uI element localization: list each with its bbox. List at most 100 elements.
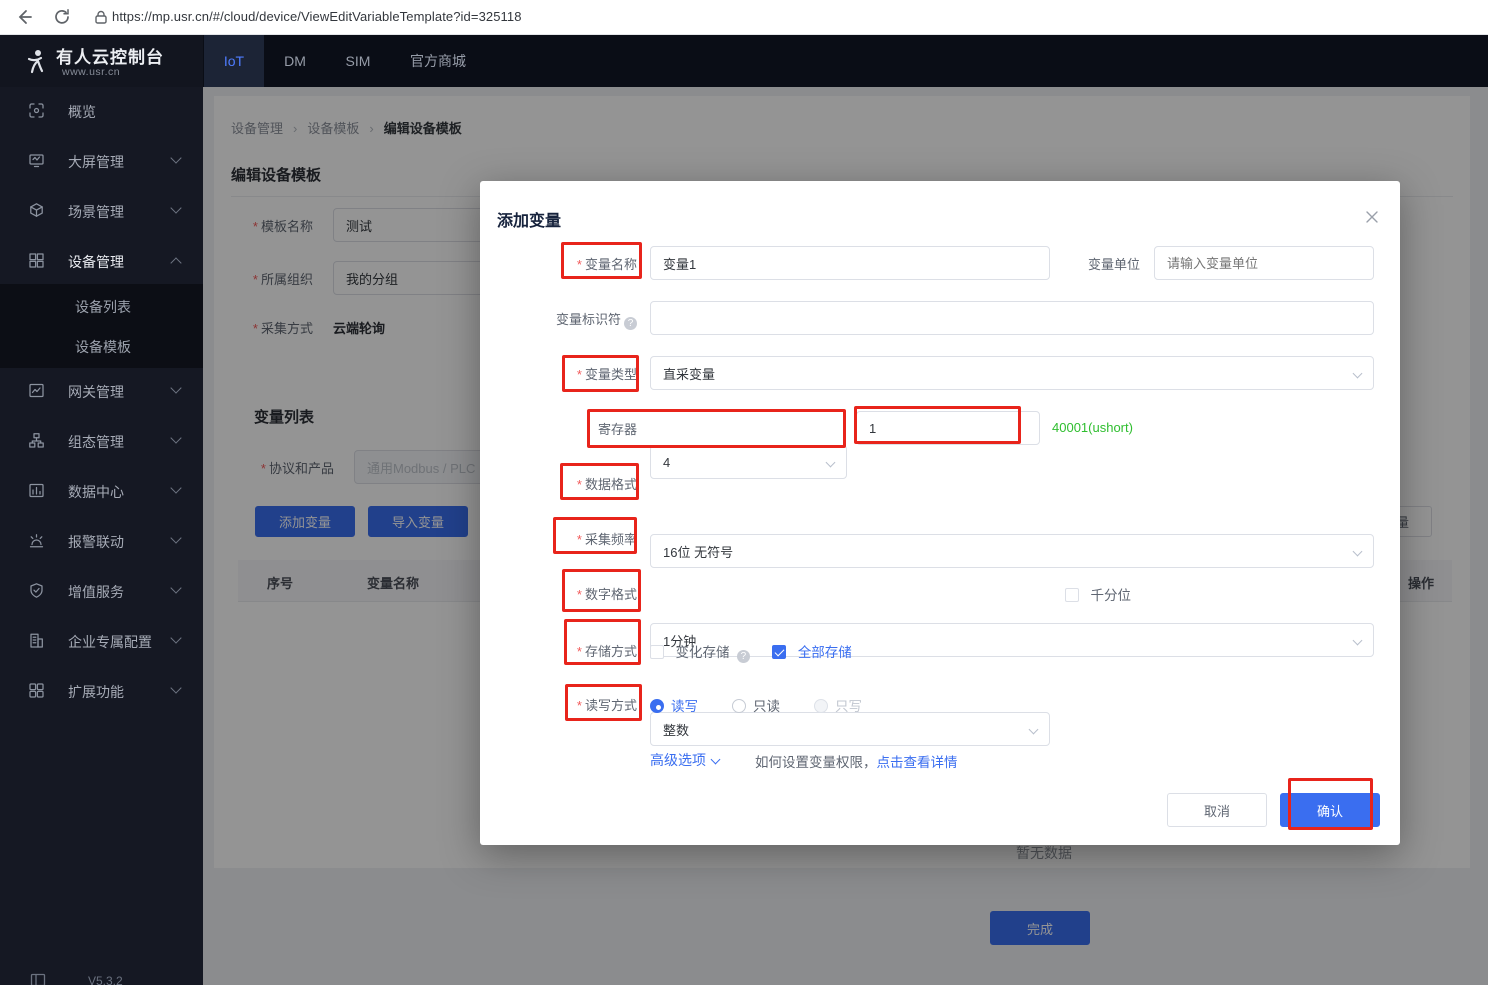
data-format-label: *数据格式 — [480, 474, 637, 493]
thousands-checkbox[interactable] — [1065, 588, 1079, 602]
bigscreen-icon — [28, 152, 45, 169]
logo[interactable]: 有人云控制台 www.usr.cn — [0, 35, 203, 87]
chevron-down-icon — [711, 755, 721, 765]
variable-type-label: *变量类型 — [480, 364, 637, 383]
chevron-down-icon — [1353, 636, 1363, 646]
variable-name-label: *变量名称 — [480, 254, 637, 273]
lock-icon[interactable] — [92, 8, 112, 28]
chevron-down-icon — [170, 682, 181, 693]
radio-icon[interactable] — [650, 699, 664, 713]
number-format-select[interactable]: 整数 — [650, 712, 1050, 746]
sidebar-subitem-label: 设备列表 — [75, 297, 131, 317]
radio-icon[interactable] — [814, 699, 828, 713]
back-arrow-icon[interactable] — [14, 7, 34, 27]
enterprise-icon — [28, 632, 45, 649]
sidebar-subitem-label: 设备模板 — [75, 337, 131, 357]
variable-unit-label: 变量单位 — [983, 254, 1140, 273]
sidebar-subitem-device-list[interactable]: 设备列表 — [0, 286, 203, 326]
modal-title: 添加变量 — [497, 207, 561, 231]
chevron-down-icon — [170, 432, 181, 443]
register-label: 寄存器 — [480, 419, 637, 438]
cancel-button[interactable]: 取消 — [1167, 793, 1267, 827]
sidebar-item-extended-functions[interactable]: 扩展功能 — [0, 671, 203, 711]
sidebar-item-gateway-mgmt[interactable]: 网关管理 — [0, 371, 203, 411]
storage-mode-label: *存储方式 — [480, 641, 637, 660]
data-format-select[interactable]: 16位 无符号 — [650, 534, 1374, 568]
rw-option-2[interactable]: 只写 — [814, 698, 862, 715]
variable-type-select[interactable]: 直采变量 — [650, 356, 1374, 390]
url-bar[interactable]: https://mp.usr.cn/#/cloud/device/ViewEdi… — [112, 9, 522, 24]
device-mgmt-submenu: 设备列表设备模板 — [0, 284, 203, 368]
usr-person-logo-icon — [22, 47, 50, 75]
vas-icon — [28, 582, 45, 599]
chevron-down-icon — [1353, 369, 1363, 379]
permission-hint: 如何设置变量权限，点击查看详情 — [755, 751, 958, 771]
sidebar-item-scene-mgmt[interactable]: 场景管理 — [0, 191, 203, 231]
register-hint: 40001(ushort) — [1052, 420, 1133, 435]
radio-icon[interactable] — [732, 699, 746, 713]
sidebar-item-bigscreen-mgmt[interactable]: 大屏管理 — [0, 141, 203, 181]
advanced-options-link[interactable]: 高级选项 — [650, 750, 719, 770]
sidebar-subitem-device-template[interactable]: 设备模板 — [0, 326, 203, 366]
sidebar-item-label: 网关管理 — [68, 382, 124, 402]
storage-options: 变化存储 ? 全部存储 — [650, 641, 852, 663]
nav-tab-iot[interactable]: IoT — [204, 35, 264, 87]
extension-icon — [28, 682, 45, 699]
sidebar-item-device-mgmt[interactable]: 设备管理 — [0, 241, 203, 281]
sidebar-item-data-center[interactable]: 数据中心 — [0, 471, 203, 511]
sidebar-item-label: 报警联动 — [68, 532, 124, 552]
chevron-down-icon — [170, 482, 181, 493]
thousands-label: 千分位 — [1090, 588, 1131, 603]
sidebar-item-scada-mgmt[interactable]: 组态管理 — [0, 421, 203, 461]
top-nav: 有人云控制台 www.usr.cn IoTDMSIM官方商城 — [0, 35, 1488, 87]
register-address-input[interactable] — [856, 411, 1040, 445]
change-storage-label: 变化存储 — [675, 645, 729, 660]
sidebar-item-enterprise-config[interactable]: 企业专属配置 — [0, 621, 203, 661]
nav-tab-official-mall[interactable]: 官方商城 — [395, 35, 481, 87]
chevron-up-icon — [170, 257, 181, 268]
sidebar-item-alarm-linkage[interactable]: 报警联动 — [0, 521, 203, 561]
rw-option-label: 读写 — [671, 699, 698, 714]
sidebar-item-label: 增值服务 — [68, 582, 124, 602]
sidebar-item-label: 概览 — [68, 102, 96, 122]
datacenter-icon — [28, 482, 45, 499]
nav-tab-sim[interactable]: SIM — [330, 35, 386, 87]
close-icon[interactable] — [1364, 209, 1380, 225]
overview-icon — [28, 102, 45, 119]
sidebar-item-label: 扩展功能 — [68, 682, 124, 702]
chevron-down-icon — [1029, 725, 1039, 735]
change-storage-checkbox[interactable] — [650, 645, 664, 659]
variable-identifier-input[interactable] — [650, 301, 1374, 335]
browser-bar: https://mp.usr.cn/#/cloud/device/ViewEdi… — [0, 0, 1488, 35]
rw-radio-group: 读写 只读 只写 — [650, 695, 896, 716]
sidebar-item-value-added-services[interactable]: 增值服务 — [0, 571, 203, 611]
number-format-label: *数字格式 — [480, 584, 637, 603]
sidebar: 概览大屏管理场景管理设备管理设备列表设备模板网关管理组态管理数据中心报警联动增值… — [0, 87, 203, 985]
alarm-icon — [28, 532, 45, 549]
rw-mode-label: *读写方式 — [480, 695, 637, 714]
sidebar-item-label: 大屏管理 — [68, 152, 124, 172]
version-label: V5.3.2 — [88, 974, 123, 985]
all-storage-checkbox[interactable] — [772, 645, 786, 659]
variable-unit-input[interactable] — [1154, 246, 1374, 280]
scada-icon — [28, 432, 45, 449]
register-select[interactable]: 4 — [650, 445, 847, 479]
logo-subtitle: www.usr.cn — [62, 66, 120, 78]
confirm-button[interactable]: 确认 — [1280, 793, 1380, 827]
sidebar-item-overview[interactable]: 概览 — [0, 91, 203, 131]
chevron-down-icon — [170, 532, 181, 543]
variable-identifier-label: 变量标识符? — [480, 309, 637, 330]
rw-option-1[interactable]: 只读 — [732, 698, 780, 715]
nav-tab-dm[interactable]: DM — [268, 35, 322, 87]
help-icon[interactable]: ? — [624, 317, 637, 330]
collapse-menu-icon[interactable] — [30, 972, 46, 985]
chevron-down-icon — [826, 458, 836, 468]
help-icon[interactable]: ? — [737, 650, 750, 663]
rw-option-0[interactable]: 读写 — [650, 698, 698, 715]
chevron-down-icon — [170, 202, 181, 213]
permission-detail-link[interactable]: 点击查看详情 — [877, 755, 958, 770]
gateway-icon — [28, 382, 45, 399]
collect-frequency-label: *采集频率 — [480, 529, 637, 548]
refresh-icon[interactable] — [52, 7, 72, 27]
chevron-down-icon — [170, 152, 181, 163]
